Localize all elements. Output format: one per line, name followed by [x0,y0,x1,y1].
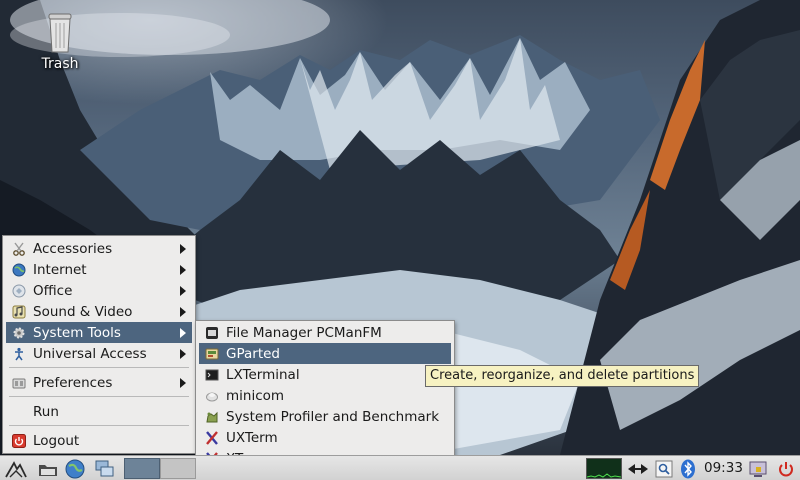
submenu-arrow-icon [180,327,186,338]
menu-item-label: Sound & Video [33,303,133,320]
menu-item-lxterminal[interactable]: LXTerminal [199,364,451,385]
bluetooth-icon[interactable] [678,458,698,479]
menu-item-logout[interactable]: Logout [6,430,192,451]
office-icon [11,283,27,299]
menu-item-gparted[interactable]: GParted [199,343,451,364]
windows-icon [95,460,114,476]
logout-icon [11,433,27,449]
menu-item-accessories[interactable]: Accessories [6,238,192,259]
screen-lock-icon[interactable] [746,458,770,479]
gear-icon [11,325,27,341]
menu-item-label: GParted [226,345,280,362]
menu-item-label: LXTerminal [226,366,300,383]
minicom-icon [204,388,220,404]
submenu-arrow-icon [180,306,186,317]
menu-item-system-tools[interactable]: System Tools [6,322,192,343]
terminal-icon [204,367,220,383]
trash-label: Trash [41,56,79,72]
gparted-tooltip: Create, reorganize, and delete partition… [425,365,700,387]
cpu-monitor [586,458,622,479]
submenu-arrow-icon [180,348,186,359]
search-icon[interactable] [653,458,675,479]
gparted-icon [204,346,220,362]
menu-item-label: Universal Access [33,345,147,362]
submenu-arrow-icon [180,264,186,275]
preferences-icon [11,375,27,391]
profiler-icon [204,409,220,425]
submenu-arrow-icon [180,243,186,254]
menu-item-label: Office [33,282,73,299]
menu-item-label: System Tools [33,324,121,341]
menu-item-internet[interactable]: Internet [6,259,192,280]
menu-separator [9,425,189,426]
system-tools-submenu: File Manager PCManFM GParted LXTerminal … [195,320,455,471]
globe-icon [65,459,85,478]
cpu-graph [587,473,621,478]
menu-item-universal-access[interactable]: Universal Access [6,343,192,364]
menu-item-uxterm[interactable]: UXTerm [199,427,451,448]
show-desktop-button[interactable] [92,458,118,479]
menu-item-preferences[interactable]: Preferences [6,372,192,393]
menu-item-office[interactable]: Office [6,280,192,301]
submenu-arrow-icon [180,377,186,388]
xterm-icon [204,430,220,446]
clock[interactable]: 09:33 [704,456,743,480]
menu-item-sound-video[interactable]: Sound & Video [6,301,192,322]
desktop-pager-1[interactable] [124,458,160,479]
folder-icon [39,464,57,476]
menu-item-label: Internet [33,261,87,278]
taskbar: 09:33 [0,455,800,480]
trash-icon [45,10,75,54]
main-menu: Accessories Internet Office Sound & Vide… [2,235,196,454]
menu-separator [9,396,189,397]
menu-item-label: Accessories [33,240,113,257]
network-icon[interactable] [626,458,650,479]
menu-item-label: File Manager PCManFM [226,324,382,341]
globe-icon [11,262,27,278]
menu-item-label: Logout [33,432,80,449]
menu-item-label: Preferences [33,374,113,391]
power-icon[interactable] [774,458,798,479]
menu-separator [9,367,189,368]
trash-desktop-icon[interactable]: Trash [34,10,86,72]
menu-item-label: UXTerm [226,429,278,446]
scissors-icon [11,241,27,257]
menu-item-label: System Profiler and Benchmark [226,408,440,425]
music-note-icon [11,304,27,320]
start-menu-button[interactable] [2,458,30,479]
menu-item-label: minicom [226,387,285,404]
menu-item-run[interactable]: Run [6,401,192,422]
submenu-arrow-icon [180,285,186,296]
accessibility-icon [11,346,27,362]
menu-item-label: Run [33,403,59,420]
menu-item-minicom[interactable]: minicom [199,385,451,406]
lxde-logo-icon [5,460,27,477]
menu-item-system-profiler[interactable]: System Profiler and Benchmark [199,406,451,427]
browser-launcher[interactable] [62,458,88,479]
file-manager-launcher[interactable] [36,458,60,479]
file-manager-icon [204,325,220,341]
desktop-pager-2[interactable] [160,458,196,479]
menu-item-file-manager[interactable]: File Manager PCManFM [199,322,451,343]
